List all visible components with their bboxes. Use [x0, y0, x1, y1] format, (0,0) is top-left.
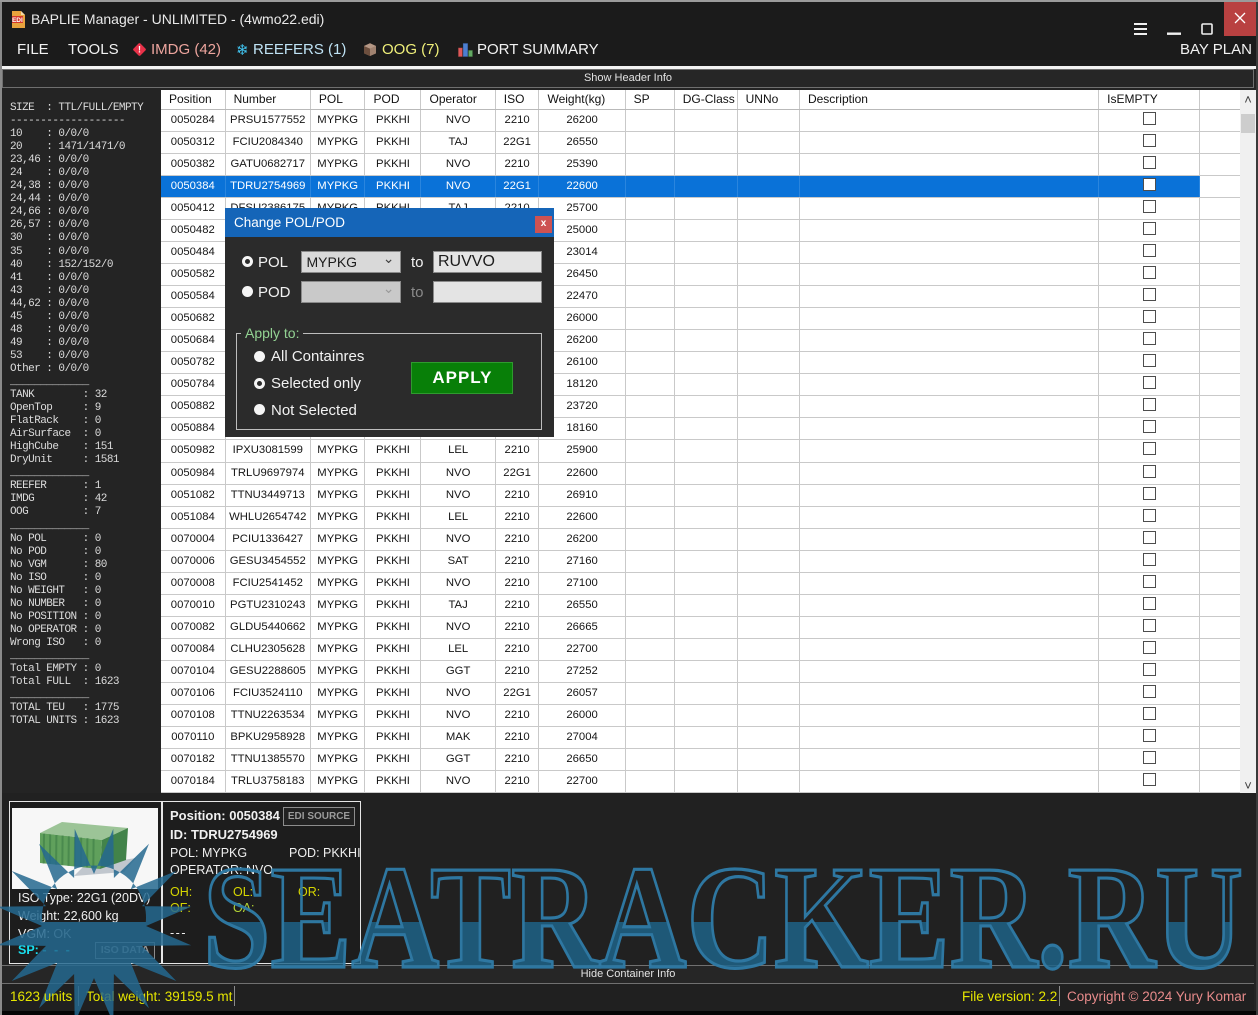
- svg-text:EDI: EDI: [12, 17, 23, 24]
- svg-text:!: !: [138, 45, 141, 55]
